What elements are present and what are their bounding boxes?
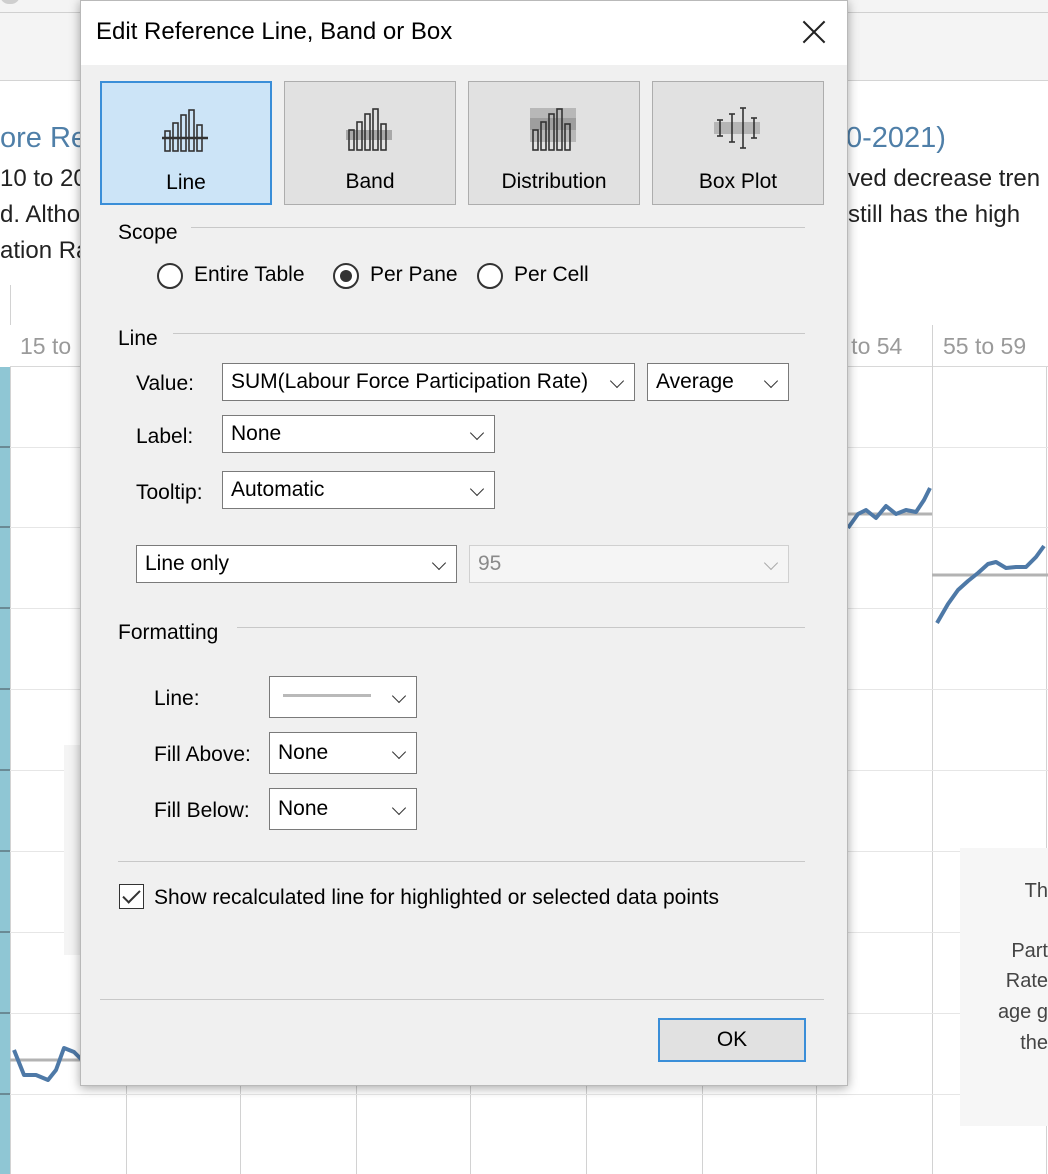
tab-band[interactable]: Band — [284, 81, 456, 205]
section-divider — [191, 227, 805, 228]
fill-above-text: None — [278, 741, 329, 764]
aggregation-text: Average — [656, 370, 734, 393]
section-divider — [118, 861, 805, 862]
chevron-down-icon — [763, 373, 779, 389]
close-icon[interactable] — [799, 17, 829, 47]
recalculated-line-checkbox[interactable] — [119, 884, 144, 909]
line-display-dropdown[interactable]: Line only — [136, 545, 457, 583]
annotation-text: the — [1020, 1032, 1048, 1054]
section-divider — [237, 627, 805, 628]
chevron-down-icon — [763, 555, 779, 571]
chevron-down-icon — [391, 800, 407, 816]
annotation-text: age g — [997, 1001, 1048, 1023]
distribution-chart-icon — [530, 108, 576, 151]
value-field-dropdown[interactable]: SUM(Labour Force Participation Rate) — [222, 363, 635, 401]
line-chart-icon — [162, 109, 208, 152]
line-format-label: Line: — [154, 687, 200, 710]
ok-button[interactable]: OK — [658, 1018, 806, 1062]
edit-reference-line-dialog: Edit Reference Line, Band or Box Line Ba… — [80, 0, 848, 1086]
annotation-text: Rate — [1005, 970, 1048, 992]
fill-below-text: None — [278, 797, 329, 820]
annotation-text: Part — [1011, 940, 1048, 962]
chevron-down-icon — [609, 373, 625, 389]
chevron-down-icon — [391, 688, 407, 704]
line-display-text: Line only — [145, 552, 230, 575]
series-line-15-to-19 — [12, 1046, 84, 1082]
recalculated-line-label[interactable]: Show recalculated line for highlighted o… — [154, 886, 719, 910]
annotation-card-right: Th Part Rate age g the — [960, 848, 1048, 1126]
scope-section-label: Scope — [118, 221, 178, 244]
band-chart-icon — [346, 108, 392, 151]
chevron-down-icon — [469, 481, 485, 497]
fill-below-label: Fill Below: — [154, 799, 250, 822]
dialog-titlebar[interactable]: Edit Reference Line, Band or Box — [81, 1, 847, 65]
tab-label: Box Plot — [698, 170, 778, 193]
footer-divider — [100, 999, 824, 1000]
box-plot-icon — [714, 107, 760, 149]
chevron-down-icon — [469, 425, 485, 441]
label-field-label: Label: — [136, 425, 194, 448]
tab-label: Band — [345, 170, 395, 193]
section-divider — [173, 333, 805, 334]
series-line-55-to-59 — [935, 544, 1046, 625]
line-style-preview — [283, 694, 371, 697]
confidence-text: 95 — [478, 552, 502, 575]
radio-label-per-pane[interactable]: Per Pane — [370, 263, 458, 287]
tooltip-field-label: Tooltip: — [136, 481, 203, 504]
tooltip-dropdown-text: Automatic — [231, 478, 325, 501]
chevron-down-icon — [391, 744, 407, 760]
formatting-section-label: Formatting — [118, 621, 219, 644]
dialog-title: Edit Reference Line, Band or Box — [96, 18, 453, 45]
series-line-50-to-54 — [846, 487, 932, 530]
value-label: Value: — [136, 372, 194, 395]
tooltip-dropdown[interactable]: Automatic — [222, 471, 495, 509]
line-style-dropdown[interactable] — [269, 676, 417, 718]
radio-entire-table[interactable] — [157, 263, 183, 289]
radio-per-cell[interactable] — [477, 263, 503, 289]
label-dropdown[interactable]: None — [222, 415, 495, 453]
fill-below-dropdown[interactable]: None — [269, 788, 417, 830]
radio-per-pane[interactable] — [333, 263, 359, 289]
radio-label-entire-table[interactable]: Entire Table — [194, 263, 305, 287]
tab-line[interactable]: Line — [100, 81, 272, 205]
tab-box-plot[interactable]: Box Plot — [652, 81, 824, 205]
radio-label-per-cell[interactable]: Per Cell — [514, 263, 589, 287]
tab-label: Line — [166, 171, 206, 194]
annotation-text: Th — [1024, 880, 1048, 902]
confidence-dropdown: 95 — [469, 545, 789, 583]
tab-label: Distribution — [501, 170, 607, 193]
fill-above-dropdown[interactable]: None — [269, 732, 417, 774]
line-section-label: Line — [118, 327, 158, 350]
fill-above-label: Fill Above: — [154, 743, 251, 766]
chevron-down-icon — [431, 555, 447, 571]
aggregation-dropdown[interactable]: Average — [647, 363, 789, 401]
value-field-text: SUM(Labour Force Participation Rate) — [231, 370, 589, 393]
tab-distribution[interactable]: Distribution — [468, 81, 640, 205]
label-dropdown-text: None — [231, 422, 282, 445]
